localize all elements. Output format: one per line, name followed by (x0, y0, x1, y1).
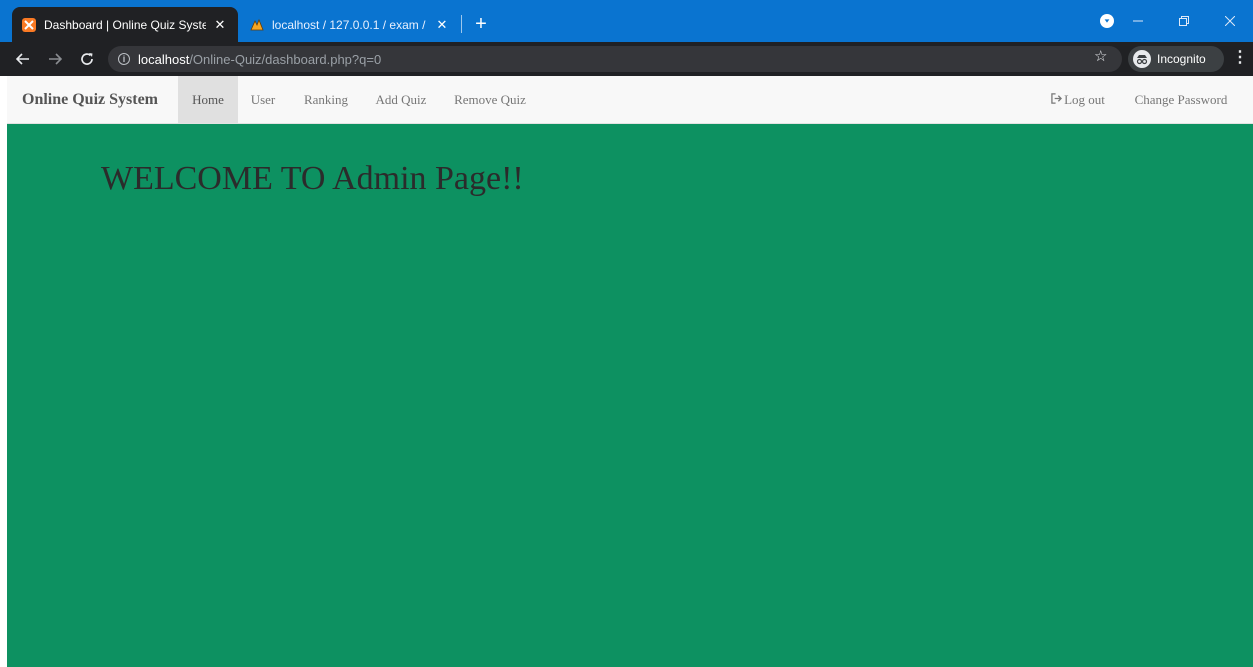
close-tab-icon[interactable]: ✕ (212, 17, 228, 33)
tab-search-icon[interactable] (1100, 14, 1114, 28)
incognito-profile-button[interactable]: Incognito (1128, 46, 1224, 72)
site-brand[interactable]: Online Quiz System (22, 76, 158, 123)
browser-tab-dashboard[interactable]: Dashboard | Online Quiz System ✕ (12, 7, 238, 42)
logout-label: Log out (1064, 92, 1105, 107)
nav-ranking[interactable]: Ranking (296, 76, 356, 123)
close-window-icon[interactable] (1207, 6, 1253, 36)
site-navbar: Online Quiz System Home User Ranking Add… (7, 76, 1253, 124)
change-password-link[interactable]: Change Password (1125, 76, 1237, 123)
url-host: localhost (138, 51, 190, 67)
welcome-heading: WELCOME TO Admin Page!! (101, 160, 524, 197)
nav-user[interactable]: User (244, 76, 282, 123)
browser-tab-title: Dashboard | Online Quiz System (44, 17, 206, 32)
bookmark-star-icon[interactable]: ☆ (1094, 47, 1107, 65)
incognito-label: Incognito (1157, 52, 1206, 66)
minimize-icon[interactable] (1115, 6, 1161, 36)
tab-separator (461, 15, 462, 33)
phpmyadmin-icon (250, 18, 264, 32)
reload-icon[interactable] (76, 48, 98, 70)
window-controls (1115, 0, 1253, 42)
page-left-gutter (0, 76, 7, 667)
logout-link[interactable]: Log out (1043, 76, 1113, 123)
new-tab-button[interactable]: + (469, 12, 493, 36)
browser-tab-phpmyadmin[interactable]: localhost / 127.0.0.1 / exam / adr ✕ (240, 7, 460, 42)
browser-tab-title: localhost / 127.0.0.1 / exam / adr (272, 17, 428, 32)
browser-tabstrip: Dashboard | Online Quiz System ✕ localho… (0, 0, 1253, 42)
nav-add-quiz[interactable]: Add Quiz (369, 76, 433, 123)
forward-arrow-icon[interactable] (44, 48, 66, 70)
browser-toolbar: i localhost/Online-Quiz/dashboard.php?q=… (0, 42, 1253, 76)
restore-icon[interactable] (1161, 6, 1207, 36)
info-icon[interactable]: i (118, 53, 130, 65)
back-arrow-icon[interactable] (12, 48, 34, 70)
nav-remove-quiz[interactable]: Remove Quiz (448, 76, 532, 123)
url-path: /Online-Quiz/dashboard.php?q=0 (189, 51, 382, 67)
close-tab-icon[interactable]: ✕ (434, 17, 450, 33)
logout-icon (1051, 76, 1063, 123)
address-bar[interactable]: i localhost/Online-Quiz/dashboard.php?q=… (108, 46, 1122, 72)
xampp-icon (22, 17, 36, 32)
incognito-icon (1133, 50, 1151, 68)
nav-home[interactable]: Home (178, 76, 238, 123)
main-content: WELCOME TO Admin Page!! (7, 124, 1253, 667)
menu-kebab-icon[interactable]: ⋮ (1232, 47, 1248, 67)
